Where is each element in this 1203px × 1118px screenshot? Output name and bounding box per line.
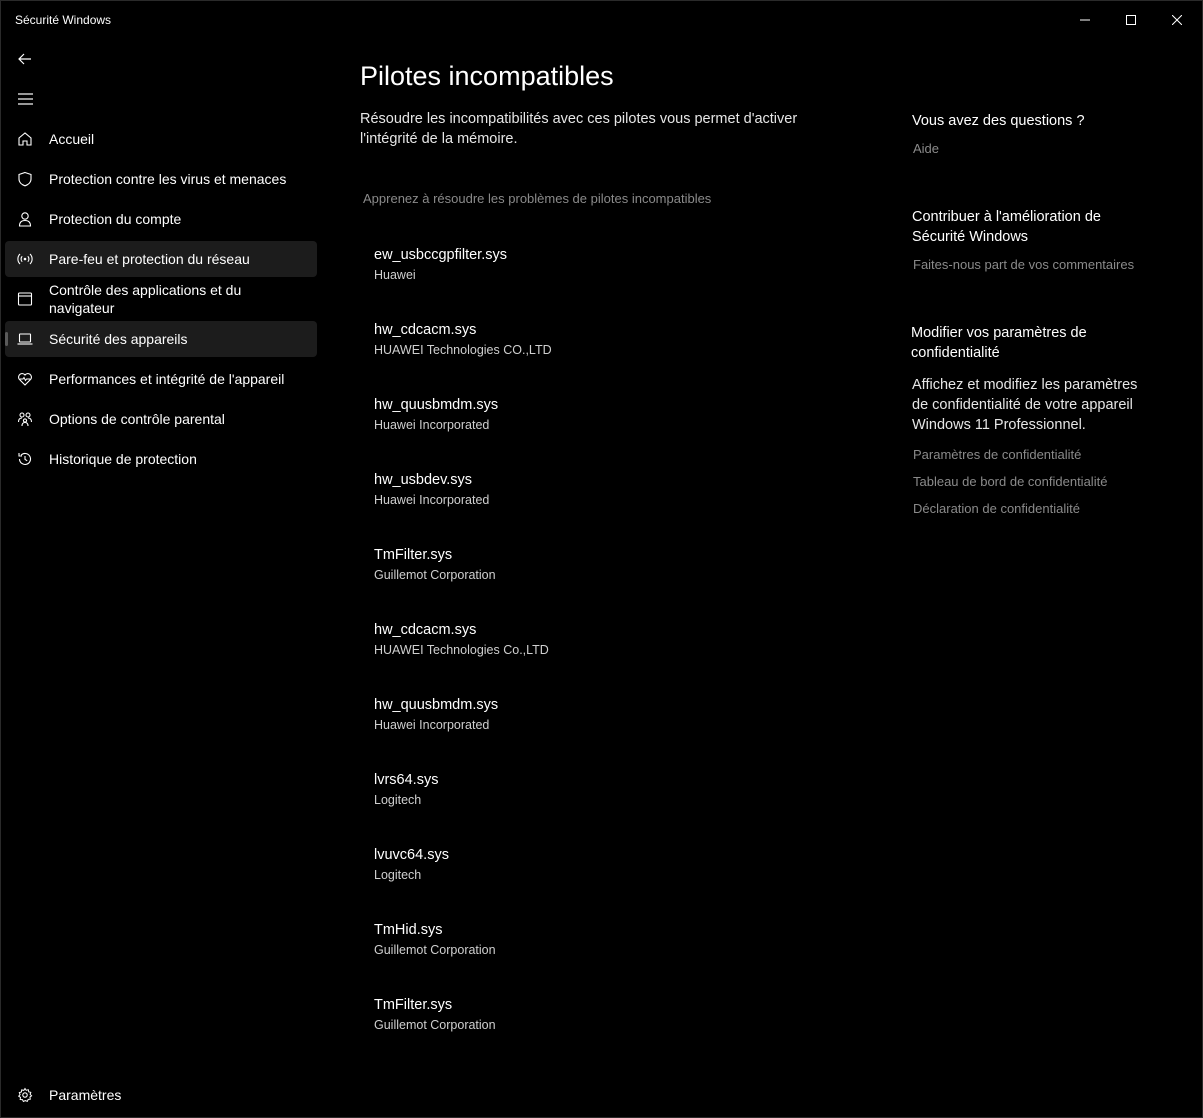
driver-vendor: Guillemot Corporation [374,943,496,957]
driver-name: hw_cdcacm.sys [374,322,477,338]
driver-name: ew_usbccgpfilter.sys [374,247,507,263]
driver-vendor: HUAWEI Technologies Co.,LTD [374,643,549,657]
sidebar-nav: Accueil Protection contre les virus et m… [5,121,317,481]
home-icon [18,132,32,146]
driver-name: lvrs64.sys [374,772,439,788]
feedback-link[interactable]: Faites-nous part de vos commentaires [913,257,1161,272]
minimize-icon [1080,19,1090,21]
sidebar-item-settings[interactable]: Paramètres [5,1077,317,1113]
driver-vendor: Logitech [374,793,422,807]
sidebar-item-label: Pare-feu et protection du réseau [49,251,250,267]
sidebar-item-protection-history[interactable]: Historique de protection [5,441,317,477]
list-item: hw_quusbmdm.sys Huawei Incorporated [374,696,794,771]
sidebar-item-device-security[interactable]: Sécurité des appareils [5,321,317,357]
selection-indicator [5,332,8,346]
sidebar-item-home[interactable]: Accueil [5,121,317,157]
sidebar-item-firewall[interactable]: Pare-feu et protection du réseau [5,241,317,277]
driver-vendor: Huawei Incorporated [374,718,490,732]
driver-name: hw_quusbmdm.sys [374,397,499,413]
driver-name: TmFilter.sys [374,547,453,563]
privacy-statement-link[interactable]: Déclaration de confidentialité [913,501,1161,516]
driver-vendor: Huawei Incorporated [374,493,490,507]
gear-icon [17,1087,33,1103]
driver-name: hw_usbdev.sys [374,472,473,488]
history-icon [18,452,32,465]
help-link[interactable]: Aide [913,141,1161,156]
close-icon [1172,15,1182,25]
driver-vendor: Huawei Incorporated [374,418,490,432]
questions-heading: Vous avez des questions ? [912,113,1085,129]
sidebar-item-label: Contrôle des applications et du navigate… [49,282,242,316]
list-item: lvrs64.sys Logitech [374,771,794,846]
app-title: Sécurité Windows [15,13,112,27]
page-description: Résoudre les incompatibilités avec ces p… [360,111,798,147]
sidebar-item-account-protection[interactable]: Protection du compte [5,201,317,237]
privacy-settings-link[interactable]: Paramètres de confidentialité [913,447,1161,462]
sidebar-item-family-options[interactable]: Options de contrôle parental [5,401,317,437]
family-icon [17,412,33,427]
feedback-section: Contribuer à l'amélioration de Sécurité … [911,207,1161,272]
person-icon [18,212,32,227]
list-item: lvuvc64.sys Logitech [374,846,794,921]
questions-section: Vous avez des questions ? Aide [911,111,1161,156]
back-button[interactable] [13,47,37,71]
page-title: Pilotes incompatibles [360,61,614,91]
sidebar-item-label: Performances et intégrité de l'appareil [49,371,285,387]
driver-vendor: HUAWEI Technologies CO.,LTD [374,343,552,357]
list-item: ew_usbccgpfilter.sys Huawei [374,246,794,321]
sidebar-item-app-browser-control[interactable]: Contrôle des applications et du navigate… [5,281,317,317]
driver-name: hw_cdcacm.sys [374,622,477,638]
driver-list: ew_usbccgpfilter.sys Huawei hw_cdcacm.sy… [374,246,794,1071]
privacy-dashboard-link[interactable]: Tableau de bord de confidentialité [913,474,1161,489]
driver-vendor: Logitech [374,868,422,882]
list-item: hw_cdcacm.sys HUAWEI Technologies Co.,LT… [374,621,794,696]
sidebar-item-label: Options de contrôle parental [49,411,225,427]
driver-vendor: Huawei [374,268,416,282]
privacy-section: Modifier vos paramètres de confidentiali… [911,323,1161,516]
sidebar-item-label: Protection du compte [49,211,182,227]
heart-pulse-icon [18,373,32,386]
hamburger-icon [17,93,33,105]
list-item: TmFilter.sys Guillemot Corporation [374,996,794,1071]
sidebar-item-virus-protection[interactable]: Protection contre les virus et menaces [5,161,317,197]
driver-name: TmHid.sys [374,922,443,938]
maximize-button[interactable] [1108,1,1154,39]
driver-name: TmFilter.sys [374,997,453,1013]
driver-vendor: Guillemot Corporation [374,1018,496,1032]
feedback-heading: Contribuer à l'amélioration de Sécurité … [912,209,1101,245]
list-item: hw_cdcacm.sys HUAWEI Technologies CO.,LT… [374,321,794,396]
browser-window-icon [17,292,33,306]
title-bar: Sécurité Windows [1,1,1202,39]
sidebar-item-device-performance[interactable]: Performances et intégrité de l'appareil [5,361,317,397]
list-item: TmFilter.sys Guillemot Corporation [374,546,794,621]
maximize-icon [1126,15,1136,25]
sidebar-item-label: Protection contre les virus et menaces [49,171,287,187]
minimize-button[interactable] [1062,1,1108,39]
sidebar-item-label: Sécurité des appareils [49,331,188,347]
driver-name: hw_quusbmdm.sys [374,697,499,713]
antenna-icon [17,253,33,265]
back-arrow-icon [18,53,31,65]
sidebar-item-label: Accueil [49,131,95,147]
list-item: TmHid.sys Guillemot Corporation [374,921,794,996]
laptop-icon [17,333,33,345]
shield-icon [18,171,32,187]
app-window: Sécurité Windows Accueil Protection cont… [0,0,1203,1118]
list-item: hw_quusbmdm.sys Huawei Incorporated [374,396,794,471]
menu-button[interactable] [13,87,37,111]
close-button[interactable] [1154,1,1200,39]
driver-vendor: Guillemot Corporation [374,568,496,582]
privacy-heading: Modifier vos paramètres de confidentiali… [911,325,1087,361]
sidebar-item-label: Paramètres [49,1087,122,1103]
driver-name: lvuvc64.sys [374,847,449,863]
learn-more-link[interactable]: Apprenez à résoudre les problèmes de pil… [363,191,711,206]
privacy-text: Affichez et modifiez les paramètres de c… [912,377,1138,433]
sidebar-item-label: Historique de protection [49,451,197,467]
list-item: hw_usbdev.sys Huawei Incorporated [374,471,794,546]
